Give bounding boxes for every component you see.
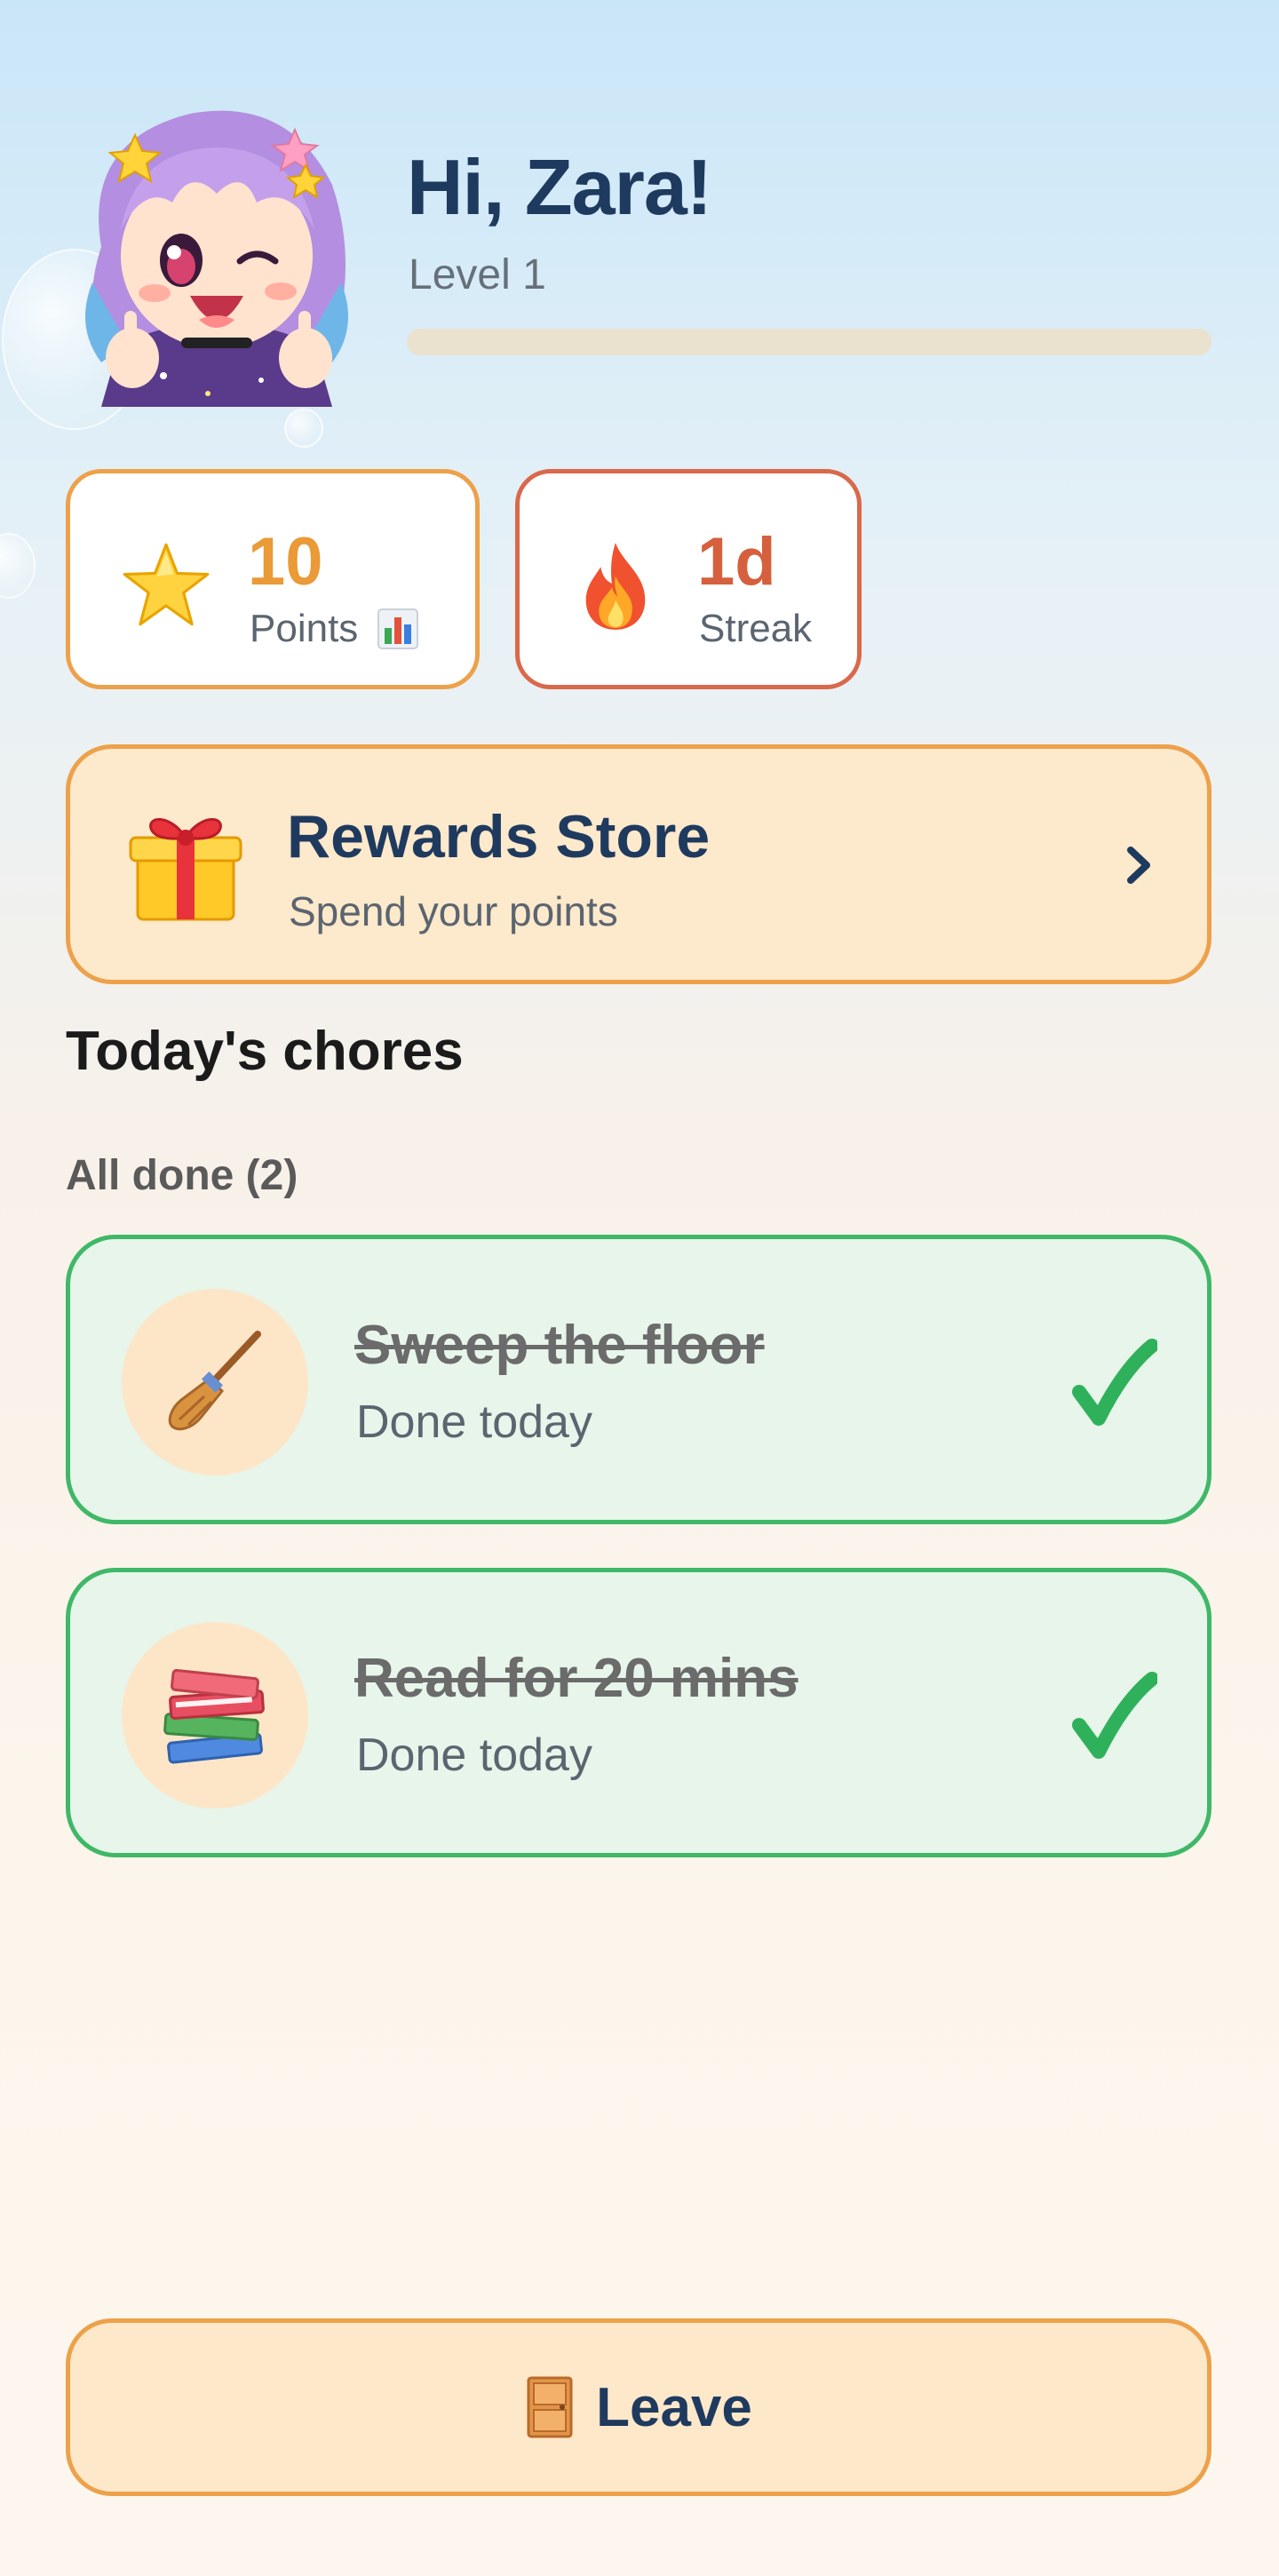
- points-label: Points: [250, 607, 359, 650]
- chore-title: Read for 20 mins: [354, 1648, 798, 1709]
- fire-icon: [585, 543, 646, 630]
- rewards-store-title: Rewards Store: [287, 803, 711, 871]
- streak-value: 1d: [697, 524, 776, 600]
- chore-card[interactable]: Read for 20 mins Done today: [66, 1568, 1211, 1857]
- leave-label: Leave: [596, 2376, 752, 2438]
- greeting: Hi, Zara!: [407, 143, 712, 231]
- streak-label: Streak: [699, 607, 813, 650]
- chores-section-title: Today's chores: [66, 1021, 464, 1082]
- chores-done-group-label: All done (2): [66, 1152, 298, 1199]
- decorative-bubble: [284, 409, 323, 448]
- points-value: 10: [248, 524, 323, 600]
- bar-chart-icon[interactable]: [377, 608, 419, 649]
- chore-card[interactable]: Sweep the floor Done today: [66, 1235, 1211, 1524]
- gift-icon: [129, 818, 242, 921]
- points-label-row: Points: [250, 607, 419, 651]
- check-icon: [1072, 1339, 1157, 1426]
- chore-icon-badge: [122, 1622, 308, 1809]
- star-icon: [123, 543, 210, 626]
- chore-title: Sweep the floor: [354, 1315, 765, 1376]
- leave-button[interactable]: Leave: [66, 2318, 1211, 2496]
- check-icon: [1072, 1672, 1157, 1759]
- rewards-store-subtitle: Spend your points: [289, 888, 618, 934]
- chore-icon-badge: [122, 1289, 308, 1475]
- rewards-store-card[interactable]: Rewards Store Spend your points: [66, 744, 1211, 984]
- level-label: Level 1: [409, 251, 546, 298]
- avatar: [85, 110, 348, 407]
- level-progress-bar: [407, 329, 1211, 355]
- chore-status: Done today: [356, 1396, 592, 1448]
- points-card[interactable]: 10 Points: [66, 469, 480, 689]
- books-icon: [163, 1668, 265, 1764]
- broom-icon: [168, 1331, 261, 1431]
- streak-card[interactable]: 1d Streak: [515, 469, 862, 689]
- door-icon: [527, 2376, 573, 2438]
- chore-status: Done today: [356, 1729, 592, 1781]
- decorative-bubble: [0, 533, 36, 599]
- chevron-right-icon: [1127, 847, 1150, 884]
- streak-label-row: Streak: [699, 607, 812, 651]
